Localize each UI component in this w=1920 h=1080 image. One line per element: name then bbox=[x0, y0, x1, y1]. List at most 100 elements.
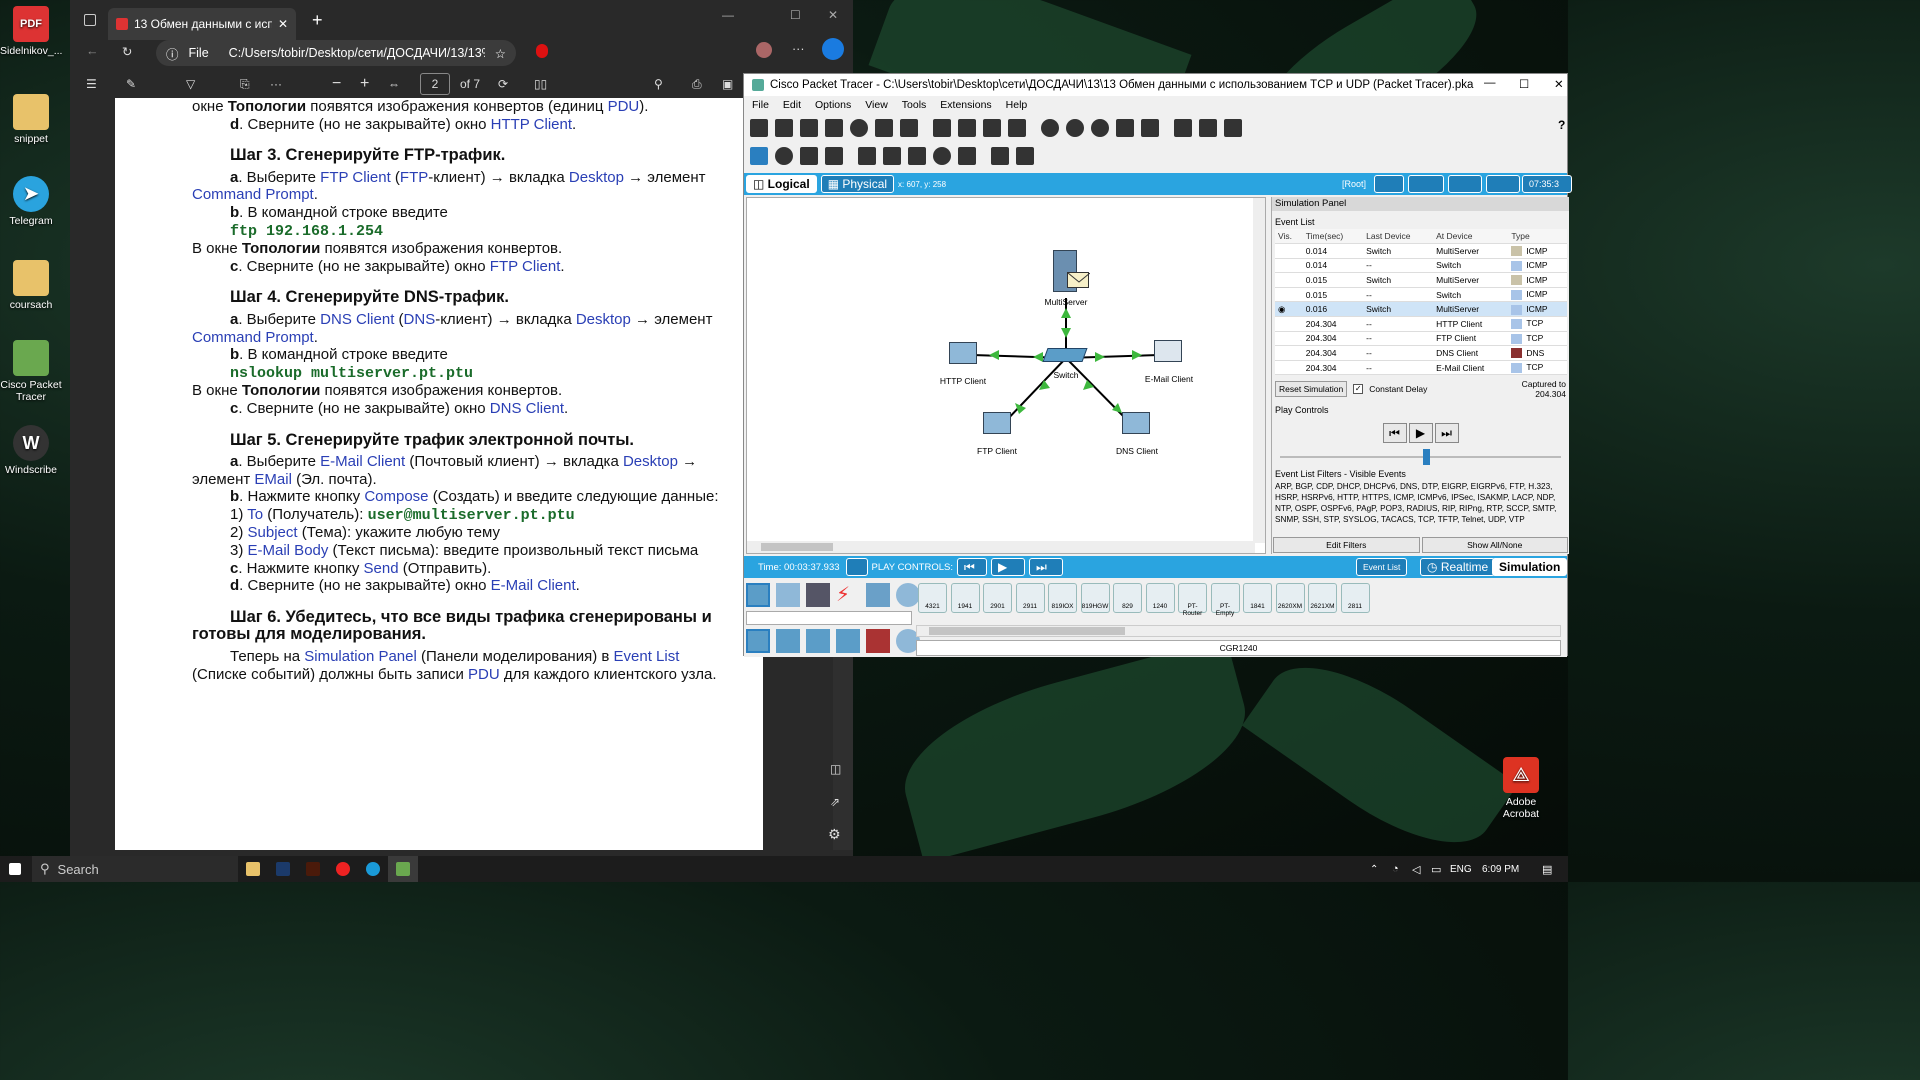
switch-icon[interactable] bbox=[1042, 348, 1088, 362]
highlight-icon[interactable]: ▽ bbox=[186, 77, 195, 91]
desktop-icon-acrobat[interactable]: ⟁ Adobe Acrobat bbox=[1490, 757, 1552, 820]
print-icon[interactable] bbox=[825, 119, 843, 137]
add-simple-pdu-icon[interactable] bbox=[991, 147, 1009, 165]
hubs-icon[interactable] bbox=[806, 629, 830, 653]
device-model-1240[interactable]: 1240 bbox=[1145, 583, 1175, 613]
device-model-829[interactable]: 829 bbox=[1113, 583, 1142, 613]
play-speed-slider[interactable] bbox=[1280, 449, 1561, 466]
zoom-in-icon[interactable]: + bbox=[360, 75, 369, 93]
share-icon[interactable]: ⇗ bbox=[830, 795, 840, 809]
close-tab-icon[interactable]: ✕ bbox=[278, 17, 288, 31]
resize-icon[interactable] bbox=[825, 147, 843, 165]
event-row[interactable]: 204.304 -- FTP Client TCP bbox=[1275, 331, 1567, 347]
search-icon[interactable]: ⚲ bbox=[654, 77, 663, 91]
edit-filters-button[interactable]: Edit Filters bbox=[1273, 537, 1420, 554]
open-icon[interactable] bbox=[775, 119, 793, 137]
inspect-icon[interactable] bbox=[775, 147, 793, 165]
desktop-icon-cisco[interactable]: Cisco Packet Tracer bbox=[0, 340, 62, 403]
end-devices-icon[interactable] bbox=[776, 583, 800, 607]
menu-tools[interactable]: Tools bbox=[902, 99, 927, 111]
close-icon[interactable]: ✕ bbox=[828, 8, 838, 22]
desktop-icon-windscribe[interactable]: W Windscribe bbox=[0, 425, 62, 476]
connections-icon[interactable]: ⚡ bbox=[836, 583, 860, 607]
http-client-pc-icon[interactable] bbox=[949, 342, 977, 364]
minimize-icon[interactable]: — bbox=[722, 8, 734, 22]
zoom-reset-icon[interactable] bbox=[1066, 119, 1084, 137]
column-header[interactable]: Time(sec) bbox=[1302, 229, 1364, 245]
menu-edit[interactable]: Edit bbox=[783, 99, 801, 111]
image-icon[interactable] bbox=[1224, 119, 1242, 137]
canvas-vscrollbar[interactable] bbox=[1253, 198, 1265, 543]
sidebar-toggle-icon[interactable]: ◫ bbox=[830, 762, 841, 776]
select-icon[interactable] bbox=[750, 147, 768, 165]
topology-canvas[interactable]: MultiServer Switch HTTP Client E-Mail Cl… bbox=[746, 197, 1266, 554]
page-number-input[interactable]: 2 bbox=[420, 73, 450, 95]
edge-icon[interactable] bbox=[358, 856, 388, 882]
zoom-out-icon[interactable]: − bbox=[332, 75, 341, 93]
refresh-icon[interactable]: ↻ bbox=[122, 44, 132, 59]
tools-more-icon[interactable]: ··· bbox=[270, 77, 282, 91]
menu-file[interactable]: File bbox=[752, 99, 769, 111]
event-list-toggle[interactable]: Event List bbox=[1356, 558, 1408, 576]
event-row[interactable]: 204.304 -- HTTP Client TCP bbox=[1275, 316, 1567, 332]
back-icon[interactable]: ← bbox=[86, 44, 99, 58]
taskbar-clock[interactable]: 6:09 PM bbox=[1482, 864, 1519, 875]
event-row[interactable]: 0.014 Switch MultiServer ICMP bbox=[1275, 243, 1567, 259]
column-header[interactable]: Vis. bbox=[1275, 229, 1303, 245]
viewport-icon[interactable] bbox=[1199, 119, 1217, 137]
info-icon[interactable] bbox=[850, 119, 868, 137]
save-icon[interactable]: ▣ bbox=[722, 77, 733, 91]
redo-icon[interactable] bbox=[1008, 119, 1026, 137]
security-icon[interactable] bbox=[866, 629, 890, 653]
network-icon[interactable] bbox=[875, 119, 893, 137]
canvas-hscrollbar[interactable] bbox=[747, 541, 1255, 553]
new-file-icon[interactable] bbox=[750, 119, 768, 137]
rotate-icon[interactable]: ⟳ bbox=[498, 77, 508, 91]
custom-devices-icon[interactable] bbox=[1141, 119, 1159, 137]
back-button[interactable]: ⏮ bbox=[957, 558, 987, 576]
nav-back-icon[interactable] bbox=[1374, 175, 1404, 193]
switches-icon[interactable] bbox=[776, 629, 800, 653]
event-row[interactable]: 204.304 -- DNS Client DNS bbox=[1275, 345, 1567, 361]
device-model-1941[interactable]: 1941 bbox=[950, 583, 980, 613]
menu-view[interactable]: View bbox=[865, 99, 888, 111]
contents-icon[interactable]: ☰ bbox=[86, 77, 97, 91]
device-model-pt-empty[interactable]: PT-Empty bbox=[1210, 583, 1240, 617]
tab-logical[interactable]: ◫ Logical bbox=[746, 175, 817, 193]
reset-simulation-button[interactable]: Reset Simulation bbox=[1275, 381, 1348, 398]
constant-delay-checkbox[interactable]: ✓ bbox=[1353, 384, 1364, 395]
device-model-1841[interactable]: 1841 bbox=[1243, 583, 1272, 613]
more-icon[interactable]: ··· bbox=[792, 42, 805, 56]
line-icon[interactable] bbox=[883, 147, 901, 165]
bing-icon[interactable] bbox=[822, 38, 844, 60]
event-row[interactable]: 0.015 Switch MultiServer ICMP bbox=[1275, 272, 1567, 288]
event-row[interactable]: 0.015 -- Switch ICMP bbox=[1275, 287, 1567, 303]
maximize-icon[interactable]: ☐ bbox=[1519, 77, 1529, 91]
battery-icon[interactable]: ▭ bbox=[1431, 863, 1441, 876]
opera-icon[interactable] bbox=[328, 856, 358, 882]
file-explorer-icon[interactable] bbox=[238, 856, 268, 882]
show-all-none-button[interactable]: Show All/None bbox=[1421, 537, 1568, 554]
device-model-2911[interactable]: 2911 bbox=[1015, 583, 1045, 613]
add-complex-pdu-icon[interactable] bbox=[1016, 147, 1034, 165]
ftp-client-pc-icon[interactable] bbox=[983, 412, 1011, 434]
language-indicator[interactable]: ENG bbox=[1450, 864, 1472, 875]
device-model-819hgw[interactable]: 819HGW bbox=[1080, 583, 1110, 613]
volume-icon[interactable]: ◁ bbox=[1412, 863, 1420, 876]
delete-icon[interactable] bbox=[800, 147, 818, 165]
device-list-scrollbar[interactable] bbox=[916, 625, 1561, 637]
play-button[interactable]: ▶ bbox=[991, 558, 1025, 576]
extension-icon[interactable] bbox=[536, 44, 548, 58]
activity-wizard-icon[interactable] bbox=[900, 119, 918, 137]
desktop-icon-sidelnikov[interactable]: PDF Sidelnikov_... bbox=[0, 6, 62, 57]
avatar[interactable] bbox=[756, 42, 772, 58]
desktop-icon-coursach[interactable]: coursach bbox=[0, 260, 62, 311]
column-header[interactable]: Type bbox=[1508, 229, 1567, 245]
email-client-pc-icon[interactable] bbox=[1154, 340, 1182, 362]
device-model-819iox[interactable]: 819IOX bbox=[1048, 583, 1077, 613]
desktop-icon-snippet[interactable]: snippet bbox=[0, 94, 62, 145]
device-model-2620xm[interactable]: 2620XM bbox=[1275, 583, 1305, 613]
dns-client-pc-icon[interactable] bbox=[1122, 412, 1150, 434]
device-model-4321[interactable]: 4321 bbox=[918, 583, 947, 613]
taskbar-search[interactable]: ⚲ Search bbox=[32, 856, 238, 882]
